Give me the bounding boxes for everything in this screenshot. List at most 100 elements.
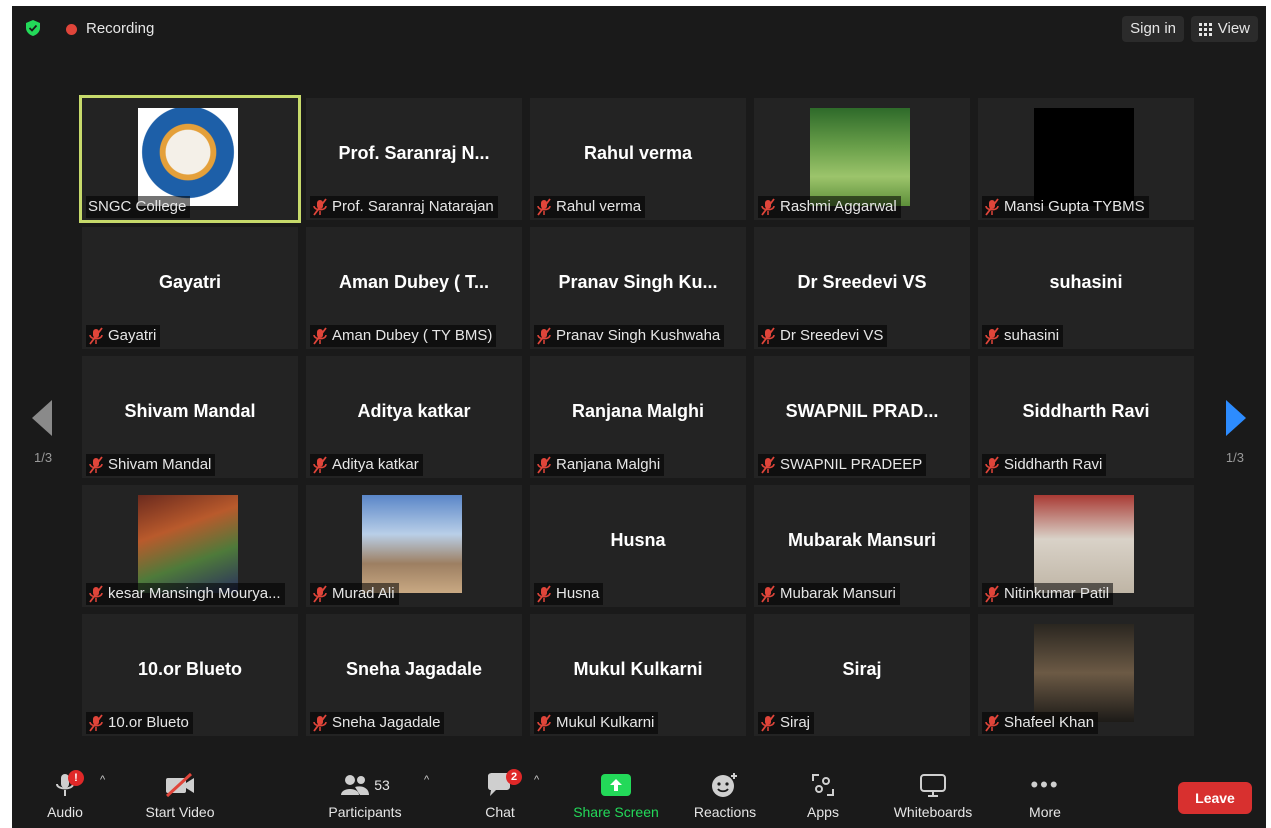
participant-name-text: SNGC College — [88, 198, 187, 215]
participant-tile[interactable]: Mansi Gupta TYBMS — [978, 98, 1194, 220]
participant-photo — [138, 495, 238, 593]
participant-tile[interactable]: SNGC College — [79, 95, 301, 223]
chat-unread-badge: 2 — [506, 769, 522, 785]
participant-tile[interactable]: 10.or Blueto 10.or Blueto — [82, 614, 298, 736]
participant-tile[interactable]: Mubarak Mansuri Mubarak Mansuri — [754, 485, 970, 607]
participant-tile[interactable]: Nitinkumar Patil — [978, 485, 1194, 607]
participant-name-text: SWAPNIL PRADEEP — [780, 456, 923, 473]
participant-display-name: suhasini — [1049, 272, 1123, 292]
view-button[interactable]: View — [1190, 16, 1258, 42]
participant-tile[interactable]: Shafeel Khan — [978, 614, 1194, 736]
more-dots-icon: ••• — [1030, 772, 1060, 797]
participant-tile[interactable]: SWAPNIL PRAD... SWAPNIL PRADEEP — [754, 356, 970, 478]
page-indicator-right: 1/3 — [1225, 450, 1244, 465]
participant-tile[interactable]: Sneha Jagadale Sneha Jagadale — [306, 614, 522, 736]
whiteboards-button[interactable]: Whiteboards — [888, 762, 978, 828]
muted-mic-icon — [313, 327, 327, 345]
view-label: View — [1217, 20, 1250, 37]
muted-mic-icon — [89, 714, 103, 732]
participant-tile[interactable]: suhasini suhasini — [978, 227, 1194, 349]
participant-name-text: Siddharth Ravi — [1004, 456, 1103, 473]
share-screen-label: Share Screen — [573, 804, 659, 820]
participant-display-name: Mukul Kulkarni — [573, 659, 703, 679]
participant-photo — [810, 108, 910, 206]
audio-options-caret-icon[interactable]: ^ — [100, 774, 105, 786]
participant-tile[interactable]: Mukul Kulkarni Mukul Kulkarni — [530, 614, 746, 736]
meeting-toolbar: ! Audio ^ Start Video 53 Participants ^ … — [12, 762, 1266, 828]
participant-name-text: Aditya katkar — [332, 456, 419, 473]
participant-name-label: kesar Mansingh Mourya... — [86, 583, 285, 605]
chat-options-caret-icon[interactable]: ^ — [534, 774, 539, 786]
participant-photo — [1034, 624, 1134, 722]
leave-button[interactable]: Leave — [1178, 782, 1252, 814]
reactions-button[interactable]: Reactions — [688, 762, 762, 828]
participant-tile[interactable]: Dr Sreedevi VS Dr Sreedevi VS — [754, 227, 970, 349]
participant-name-text: 10.or Blueto — [108, 714, 189, 731]
participant-name-label: Husna — [534, 583, 604, 605]
participant-display-name: Mubarak Mansuri — [787, 530, 937, 550]
participant-name-label: 10.or Blueto — [86, 712, 193, 734]
participant-name-text: Shivam Mandal — [108, 456, 212, 473]
start-video-label: Start Video — [145, 804, 215, 820]
participant-tile[interactable]: Shivam Mandal Shivam Mandal — [82, 356, 298, 478]
participant-name-text: Mukul Kulkarni — [556, 714, 655, 731]
participant-tile[interactable]: Siddharth Ravi Siddharth Ravi — [978, 356, 1194, 478]
muted-mic-icon — [985, 714, 999, 732]
muted-mic-icon — [985, 327, 999, 345]
apps-icon — [812, 774, 834, 796]
participant-display-name: Aman Dubey ( T... — [338, 272, 490, 292]
participant-display-name: Pranav Singh Ku... — [558, 272, 718, 292]
participant-photo — [1034, 495, 1134, 593]
muted-mic-icon — [985, 198, 999, 216]
muted-mic-icon — [89, 585, 103, 603]
participant-name-label: Aditya katkar — [310, 454, 423, 476]
participant-photo — [1034, 108, 1134, 206]
muted-mic-icon — [89, 456, 103, 474]
participant-tile[interactable]: Rahul verma Rahul verma — [530, 98, 746, 220]
participant-name-label: Ranjana Malghi — [534, 454, 665, 476]
reactions-smiley-icon — [712, 773, 737, 797]
participant-name-text: Rahul verma — [556, 198, 642, 215]
participant-tile[interactable]: Prof. Saranraj N... Prof. Saranraj Natara… — [306, 98, 522, 220]
participant-tile[interactable]: Aditya katkar Aditya katkar — [306, 356, 522, 478]
participants-button[interactable]: 53 Participants — [324, 762, 406, 828]
share-screen-button[interactable]: Share Screen — [568, 762, 664, 828]
start-video-button[interactable]: Start Video — [140, 762, 220, 828]
participant-tile[interactable]: Gayatri Gayatri — [82, 227, 298, 349]
participant-name-label: Pranav Singh Kushwaha — [534, 325, 725, 347]
top-bar: Recording Sign in View — [12, 6, 1266, 52]
participant-tile[interactable]: Husna Husna — [530, 485, 746, 607]
participant-name-text: Husna — [556, 585, 600, 602]
whiteboards-label: Whiteboards — [893, 804, 973, 820]
participant-tile[interactable]: Ranjana Malghi Ranjana Malghi — [530, 356, 746, 478]
zoom-meeting-window: Recording Sign in View 1/3 1/3 SNGC Coll… — [12, 6, 1266, 828]
participants-count: 53 — [374, 777, 390, 793]
audio-button[interactable]: ! Audio — [40, 762, 90, 828]
page-indicator-left: 1/3 — [34, 450, 53, 465]
grid-view-icon — [1198, 22, 1212, 36]
sign-in-button[interactable]: Sign in — [1122, 16, 1184, 42]
participant-tile[interactable]: Pranav Singh Ku... Pranav Singh Kushwaha — [530, 227, 746, 349]
more-button[interactable]: ••• More — [1024, 762, 1066, 828]
participant-photo — [362, 495, 462, 593]
security-shield-icon[interactable] — [26, 20, 40, 36]
participant-tile[interactable]: Rashmi Aggarwal — [754, 98, 970, 220]
chat-button[interactable]: 2 Chat — [480, 762, 522, 828]
next-page-arrow-icon[interactable] — [1226, 400, 1246, 436]
participant-display-name: Ranjana Malghi — [571, 401, 705, 421]
participant-tile[interactable]: Siraj Siraj — [754, 614, 970, 736]
muted-mic-icon — [537, 456, 551, 474]
previous-page-arrow-icon[interactable] — [32, 400, 52, 436]
audio-warning-badge: ! — [68, 770, 84, 786]
participant-display-name: Aditya katkar — [357, 401, 471, 421]
participant-tile[interactable]: kesar Mansingh Mourya... — [82, 485, 298, 607]
muted-mic-icon — [313, 585, 327, 603]
muted-mic-icon — [89, 327, 103, 345]
apps-button[interactable]: Apps — [800, 762, 846, 828]
participant-name-text: Murad Ali — [332, 585, 395, 602]
participants-options-caret-icon[interactable]: ^ — [424, 774, 429, 786]
muted-mic-icon — [537, 327, 551, 345]
participant-tile[interactable]: Murad Ali — [306, 485, 522, 607]
participant-tile[interactable]: Aman Dubey ( T... Aman Dubey ( TY BMS) — [306, 227, 522, 349]
apps-label: Apps — [807, 804, 839, 820]
